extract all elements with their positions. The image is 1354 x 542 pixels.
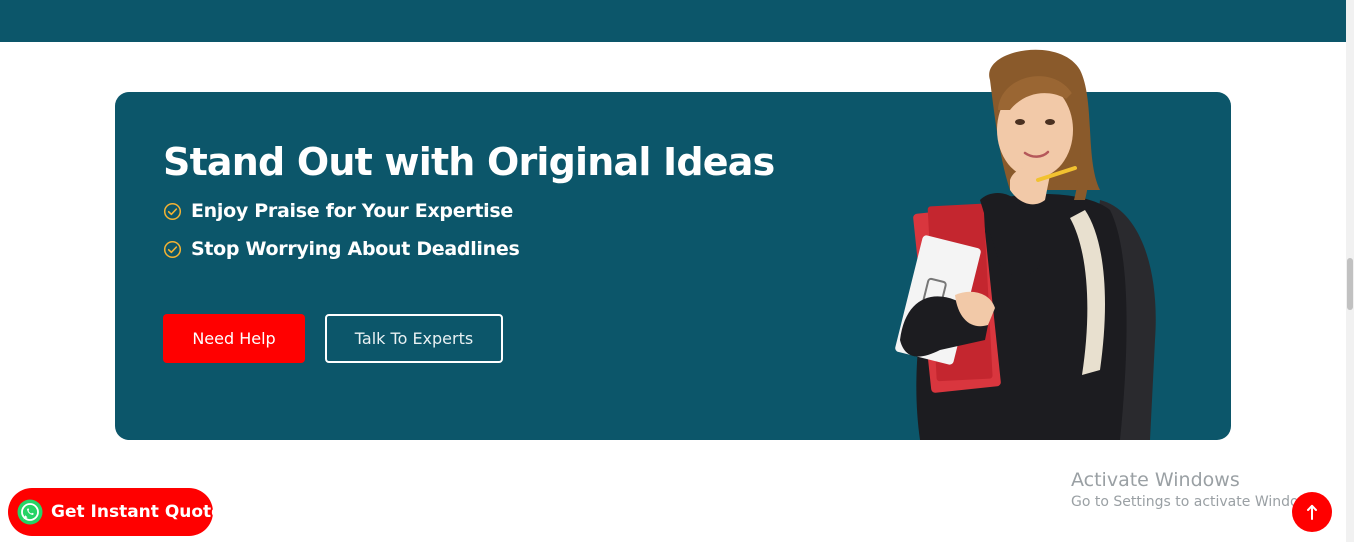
- windows-activation-watermark: Activate Windows Go to Settings to activ…: [1071, 469, 1322, 510]
- get-instant-quote-button[interactable]: Get Instant Quote: [8, 488, 223, 536]
- scrollbar-thumb[interactable]: [1347, 258, 1353, 310]
- watermark-subtitle: Go to Settings to activate Windows.: [1071, 494, 1322, 510]
- header-band: [0, 0, 1346, 42]
- check-circle-icon: [163, 240, 182, 258]
- page: Stand Out with Original Ideas Enjoy Prai…: [0, 0, 1354, 542]
- cta-bullet: Enjoy Praise for Your Expertise: [163, 200, 513, 222]
- check-circle-icon: [163, 202, 182, 220]
- watermark-title: Activate Windows: [1071, 469, 1240, 491]
- cta-headline: Stand Out with Original Ideas: [163, 140, 775, 184]
- arrow-up-icon: [1307, 504, 1317, 520]
- need-help-button[interactable]: Need Help: [163, 314, 305, 363]
- quote-button-label: Get Instant Quote: [51, 502, 223, 522]
- whatsapp-icon: [17, 499, 43, 525]
- student-illustration: [895, 49, 1156, 440]
- page-scrollbar[interactable]: [1346, 0, 1354, 542]
- cta-bullet-text: Stop Worrying About Deadlines: [191, 238, 520, 260]
- cta-bullet-text: Enjoy Praise for Your Expertise: [191, 200, 513, 222]
- talk-to-experts-button[interactable]: Talk To Experts: [325, 314, 503, 363]
- cta-bullet: Stop Worrying About Deadlines: [163, 238, 520, 260]
- scroll-to-top-button[interactable]: [1292, 492, 1332, 532]
